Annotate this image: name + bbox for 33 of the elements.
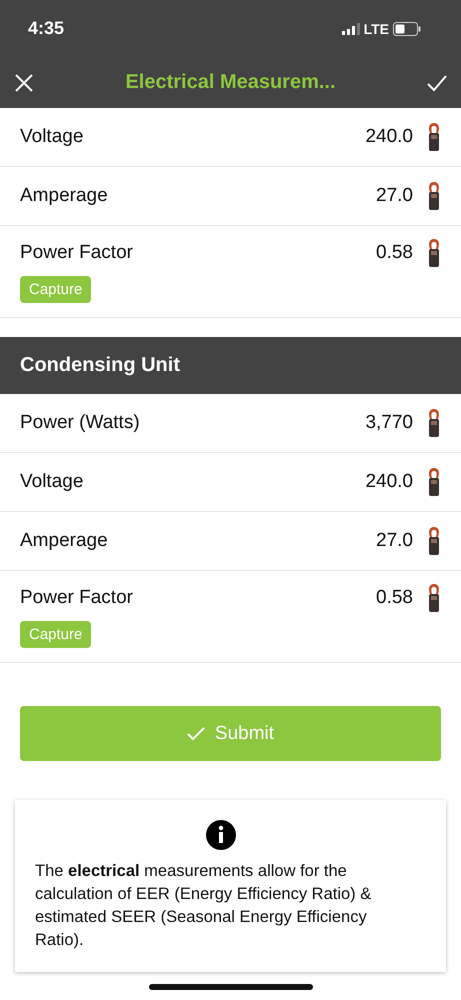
screen-title: Electrical Measurem... (125, 71, 336, 94)
clamp-meter-icon[interactable] (427, 122, 441, 152)
capture-button[interactable]: Capture (20, 621, 92, 648)
measurement-label: Power (Watts) (20, 412, 140, 434)
measurement-label: Power Factor (20, 587, 133, 609)
network-label: LTE (364, 20, 389, 36)
measurement-value: 240.0 (365, 471, 413, 493)
clamp-meter-icon[interactable] (427, 583, 441, 613)
clamp-meter-icon[interactable] (427, 526, 441, 556)
measurement-value: 3,770 (365, 412, 413, 434)
measurement-value: 27.0 (376, 530, 413, 552)
measurement-label: Voltage (20, 471, 84, 493)
capture-button[interactable]: Capture (20, 276, 92, 303)
measurement-value: 0.58 (376, 587, 413, 609)
check-icon (186, 726, 205, 740)
clamp-meter-icon[interactable] (427, 181, 441, 211)
signal-icon (342, 22, 360, 34)
measurement-value: 0.58 (376, 242, 413, 264)
section-title: Condensing Unit (20, 354, 180, 377)
status-time: 4:35 (28, 18, 64, 39)
submit-button[interactable]: Submit (20, 706, 441, 761)
measurement-label: Power Factor (20, 242, 133, 264)
measurement-label: Voltage (20, 126, 84, 148)
clamp-meter-icon[interactable] (427, 238, 441, 268)
clamp-meter-icon[interactable] (427, 467, 441, 497)
battery-icon (393, 22, 421, 36)
measurement-label: Amperage (20, 185, 108, 207)
info-text: The electrical measurements allow for the calculation of EER (Energy Efficiency Ratio) & estimated SEER (Seasonal Energy Efficiency Ratio). (35, 861, 372, 951)
measurement-value: 240.0 (365, 126, 413, 148)
info-icon (206, 820, 236, 850)
clamp-meter-icon[interactable] (427, 408, 441, 438)
measurement-label: Amperage (20, 530, 108, 552)
measurement-value: 27.0 (376, 185, 413, 207)
